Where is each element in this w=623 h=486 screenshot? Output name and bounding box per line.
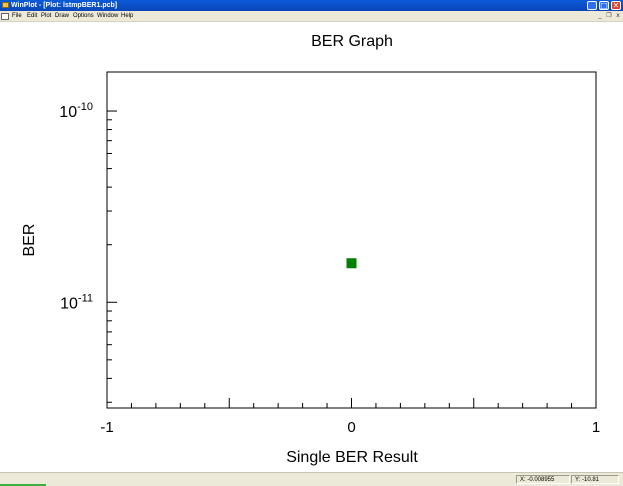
menu-plot[interactable]: Plot [41,11,51,22]
close-button[interactable]: ✕ [611,1,621,10]
data-points [346,258,357,269]
chart-title: BER Graph [311,33,393,50]
menu-draw[interactable]: Draw [55,11,69,22]
minimize-button[interactable]: _ [587,1,597,10]
y-tick-label: 10-11 [60,292,93,312]
maximize-button[interactable]: □ [599,1,609,10]
mdi-close-button[interactable]: x [614,12,622,20]
x-tick-label: 0 [347,419,355,436]
status-y-coordinate: Y: -10.81 [571,475,619,484]
mdi-minimize-button[interactable]: _ [596,12,604,20]
plot-canvas[interactable]: BER Graph BER Single BER Result -1 0 1 10-… [0,22,623,472]
winplot-app-icon[interactable] [2,2,9,8]
plot-frame [106,71,597,409]
data-point-marker [346,258,357,269]
x-tick-label: -1 [100,419,113,436]
menu-bar: File Edit Plot Draw Options Window Help … [0,11,623,22]
menu-file[interactable]: File [12,11,22,22]
status-x-coordinate: X: -0.008955 [516,475,570,484]
x-tick-label: 1 [592,419,600,436]
window-title: WinPlot - [Plot: lstmpBER1.pcb] [11,2,118,9]
menu-edit[interactable]: Edit [27,11,37,22]
menu-options[interactable]: Options [73,11,94,22]
menu-help[interactable]: Help [121,11,133,22]
status-bar: X: -0.008955 Y: -10.81 [0,472,623,486]
mdi-restore-button[interactable]: ❐ [605,12,613,20]
x-axis: -1 0 1 [100,398,600,436]
y-tick-label: 10-10 [59,101,93,121]
y-axis-label: BER [21,224,38,257]
title-bar: WinPlot - [Plot: lstmpBER1.pcb] _ □ ✕ [0,0,623,11]
x-axis-label: Single BER Result [286,449,418,466]
document-icon[interactable] [1,13,9,20]
y-axis: 10-10 10-11 [59,101,117,403]
menu-window[interactable]: Window [97,11,118,22]
